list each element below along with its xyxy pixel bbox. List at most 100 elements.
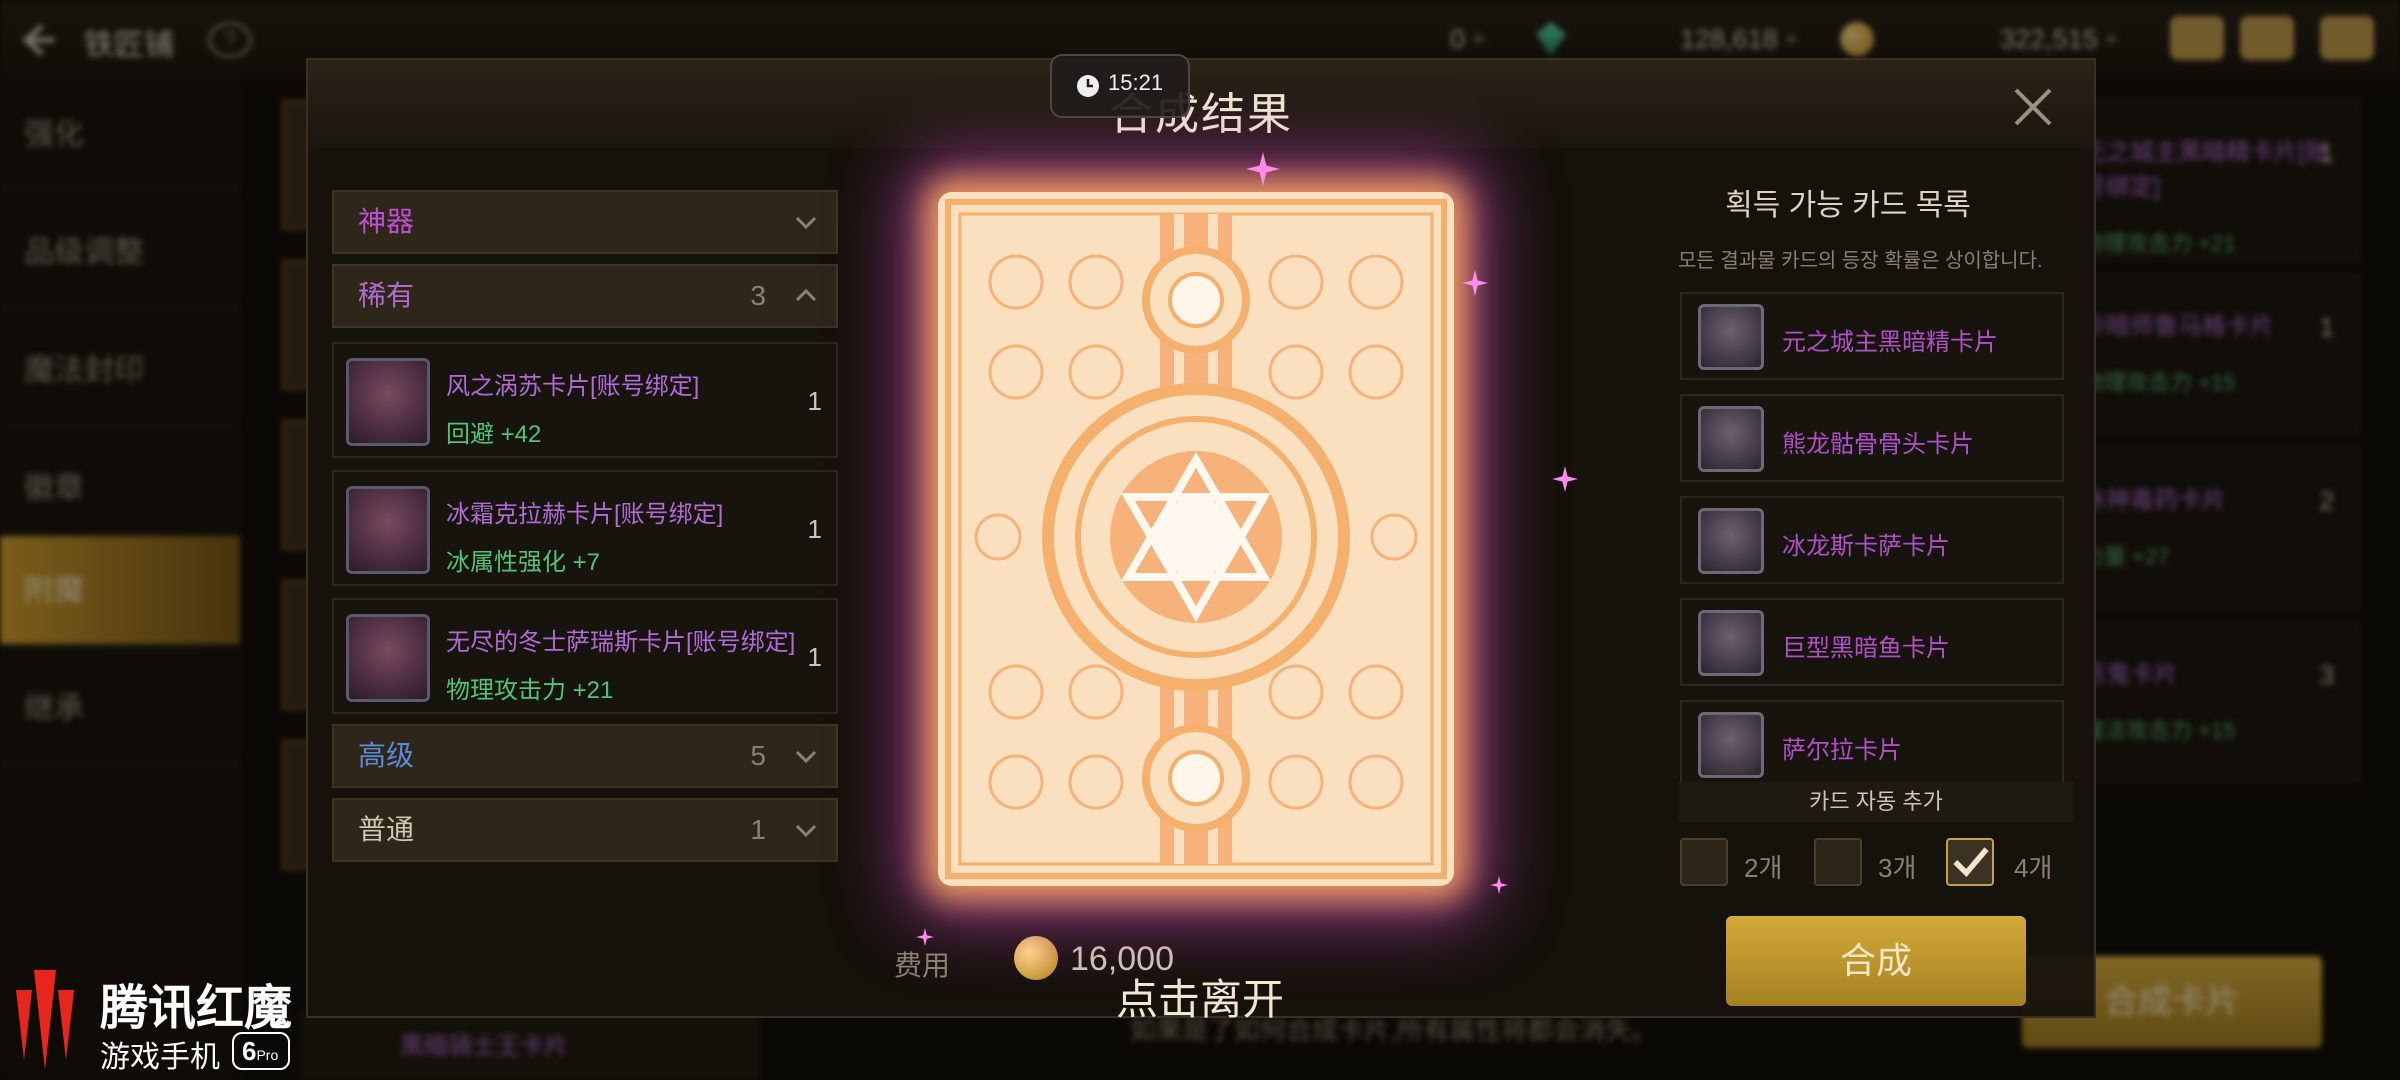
card-thumbnail [346, 614, 430, 702]
card-thumbnail [1698, 508, 1764, 574]
card-stat: 回避 +42 [446, 421, 542, 448]
category-count: 1 [750, 814, 766, 845]
plus-icon[interactable]: + [2104, 24, 2120, 54]
mail-icon[interactable] [2240, 16, 2294, 60]
sidebar-item-enchant[interactable]: 附魔 [0, 536, 240, 646]
list-item[interactable]: 恶鬼卡片 魔法攻击力 +15 3 [2060, 622, 2360, 782]
plus-icon[interactable]: + [1471, 24, 1487, 54]
sidebar-item-grade[interactable]: 品级调整 [0, 198, 240, 308]
card-count: 3 [2319, 660, 2334, 690]
card-row[interactable]: 冰霜克拉赫卡片[账号绑定] 冰属性强化 +7 1 [332, 470, 838, 586]
card-stat: 物理攻击力 +21 [446, 677, 614, 704]
list-item[interactable]: 无之城主黑暗精卡片[账号绑定] 物理攻击力 +21 1 [2060, 100, 2360, 260]
checkbox-2[interactable] [1680, 838, 1728, 886]
sidebar-item-inherit[interactable]: 继承 [0, 654, 240, 764]
card-count: 1 [2319, 138, 2334, 168]
brand-name: 腾讯红魔 [100, 982, 293, 1035]
back-arrow-icon[interactable] [18, 20, 58, 60]
sparkle-icon [1552, 466, 1578, 492]
brand-model-badge: 6Pro [232, 1032, 290, 1070]
obtainable-subtitle: 모든 결과물 카드의 등장 확률은 상이합니다. [1678, 250, 2043, 272]
card-count: 1 [807, 386, 822, 416]
category-rare[interactable]: 稀有 3 [332, 264, 838, 328]
card-count: 1 [2319, 312, 2334, 342]
card-name: 无之城主黑暗精卡片[账号绑定] [2082, 139, 2329, 201]
result-card[interactable] [938, 192, 1454, 886]
checkbox-3-label: 3개 [1878, 853, 1917, 883]
help-icon[interactable]: ? [208, 22, 252, 58]
currency-3: 322,515 + [2000, 24, 2119, 55]
clock-time: 15:21 [1108, 70, 1164, 95]
gold-coin-icon [1840, 22, 1874, 56]
tap-to-leave-hint[interactable]: 点击离开 [0, 966, 2400, 1027]
sidebar-item-seal[interactable]: 魔法封印 [0, 316, 240, 426]
obtainable-list[interactable]: 元之城主黑暗精卡片 熊龙骷骨骨头卡片 冰龙斯卡萨卡片 巨型黑暗鱼卡片 萨尔拉卡片 [1680, 292, 2066, 812]
list-item[interactable]: 冰龙斯卡萨卡片 [1680, 496, 2064, 584]
close-icon[interactable] [2010, 84, 2056, 130]
checkbox-3[interactable] [1814, 838, 1862, 886]
list-item[interactable]: 沙暗师鲁马格卡片 物理攻击力 +15 1 [2060, 274, 2360, 434]
list-item[interactable]: 萨尔拉卡片 [1680, 700, 2064, 788]
chat-icon[interactable] [2320, 16, 2374, 60]
chevron-up-icon [795, 288, 817, 302]
currency-2: 128,618 + [1680, 24, 1799, 55]
sparkle-icon [916, 928, 934, 946]
card-name: 萨尔拉卡片 [1782, 737, 1902, 764]
category-label: 高级 [358, 740, 415, 771]
card-row[interactable]: 无尽的冬士萨瑞斯卡片[账号绑定] 物理攻击力 +21 1 [332, 598, 838, 714]
sparkle-icon [1462, 270, 1488, 296]
card-name: 风之涡苏卡片[账号绑定] [446, 373, 700, 400]
clock-badge: 15:21 [1050, 54, 1190, 118]
card-row[interactable]: 风之涡苏卡片[账号绑定] 回避 +42 1 [332, 342, 838, 458]
card-name: 沙暗师鲁马格卡片 [2082, 313, 2274, 340]
list-item[interactable]: 冰神毒药卡片 力量 +27 2 [2060, 448, 2360, 608]
sidebar-item-enhance[interactable]: 强化 [0, 80, 240, 190]
card-stat: 物理攻击力 +21 [2082, 231, 2236, 256]
category-advanced[interactable]: 高级 5 [332, 724, 838, 788]
chevron-down-icon [795, 824, 817, 838]
chevron-down-icon [795, 750, 817, 764]
card-name: 元之城主黑暗精卡片 [1782, 329, 1998, 356]
currency-2-value: 128,618 [1680, 24, 1778, 54]
list-item[interactable]: 熊龙骷骨骨头卡片 [1680, 394, 2064, 482]
category-label: 普通 [358, 814, 415, 845]
sidebar: 强化 品级调整 魔法封印 徽章 附魔 继承 [0, 80, 240, 1080]
card-stat: 冰属性强化 +7 [446, 549, 601, 576]
card-count: 1 [807, 514, 822, 544]
currency-1-value: 0 [1450, 24, 1466, 54]
card-count: 1 [807, 642, 822, 672]
checkbox-4[interactable] [1946, 838, 1994, 886]
card-name: 巨型黑暗鱼卡片 [1782, 635, 1950, 662]
card-thumbnail [346, 358, 430, 446]
list-item[interactable]: 巨型黑暗鱼卡片 [1680, 598, 2064, 686]
dialog-header: 合成结果 [308, 60, 2094, 148]
card-name: 熊龙骷骨骨头卡片 [1782, 431, 1974, 458]
card-thumbnail [1698, 610, 1764, 676]
plus-icon[interactable]: + [1784, 24, 1800, 54]
sparkle-icon [1246, 152, 1280, 186]
gem-icon [1536, 22, 1566, 56]
sidebar-item-emblem[interactable]: 徽章 [0, 434, 240, 544]
list-item[interactable]: 元之城主黑暗精卡片 [1680, 292, 2064, 380]
card-thumbnail [1698, 406, 1764, 472]
brand-model-number: 6 [242, 1036, 257, 1066]
category-count: 5 [750, 740, 766, 771]
bag-icon[interactable] [2170, 16, 2224, 60]
page-title: 铁匠铺 [84, 29, 174, 62]
category-count: 3 [750, 280, 766, 311]
card-thumbnail [1698, 712, 1764, 778]
currency-1: 0 + [1450, 24, 1487, 55]
checkbox-2-label: 2개 [1744, 853, 1783, 883]
category-artifact[interactable]: 神器 [332, 190, 838, 254]
card-stat: 力量 +27 [2082, 544, 2170, 569]
card-name: 冰霜克拉赫卡片[账号绑定] [446, 501, 724, 528]
sparkle-icon [1490, 876, 1508, 894]
card-stat: 魔法攻击力 +15 [2082, 718, 2236, 743]
card-stat: 物理攻击力 +15 [2082, 370, 2236, 395]
card-name: 无尽的冬士萨瑞斯卡片[账号绑定] [446, 629, 796, 656]
category-label: 稀有 [358, 280, 415, 311]
card-name: 冰神毒药卡片 [2082, 487, 2226, 514]
background-card-list: 无之城主黑暗精卡片[账号绑定] 物理攻击力 +21 1 沙暗师鲁马格卡片 物理攻… [2060, 100, 2360, 796]
auto-add-label: 카드 자동 추가 [1678, 782, 2074, 822]
category-normal[interactable]: 普通 1 [332, 798, 838, 862]
